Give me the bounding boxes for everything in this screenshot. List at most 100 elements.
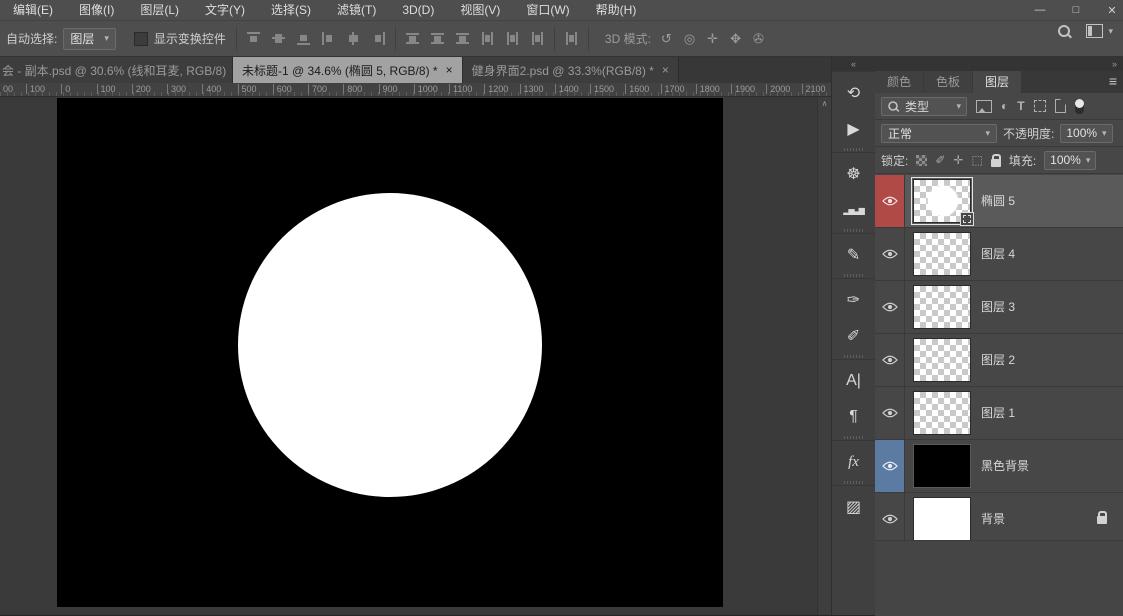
history-panel-icon[interactable]: ⟲ <box>832 75 875 111</box>
distribute-left-icon[interactable] <box>481 32 494 45</box>
close-tab-icon[interactable]: × <box>662 63 669 77</box>
layer-row-layer2[interactable]: 图层 2 <box>875 334 1123 387</box>
visibility-eye-icon[interactable] <box>881 249 898 259</box>
3d-slide-icon[interactable]: ✥ <box>730 31 741 47</box>
lock-artboard-icon[interactable]: ⬚ <box>971 153 982 167</box>
tab-color[interactable]: 颜色 <box>875 71 924 93</box>
brush-presets-panel-icon[interactable]: ✑ <box>832 282 875 318</box>
menu-select[interactable]: 选择(S) <box>258 0 324 20</box>
layer-name[interactable]: 黑色背景 <box>981 440 1029 492</box>
distribute-top-icon[interactable] <box>405 32 419 45</box>
layer-filter-toggle[interactable] <box>1074 98 1084 114</box>
visibility-eye-icon[interactable] <box>881 461 898 471</box>
menu-3d[interactable]: 3D(D) <box>389 0 447 20</box>
distribute-horizontal-center-icon[interactable] <box>506 32 519 45</box>
visibility-eye-icon[interactable] <box>881 196 898 206</box>
layer-row-background[interactable]: 背景 <box>875 493 1123 546</box>
patterns-panel-icon[interactable]: ▨ <box>832 489 875 525</box>
filter-type-dropdown[interactable]: 类型 ▾ <box>881 96 967 116</box>
3d-orbit-icon[interactable]: ↺ <box>661 31 672 47</box>
dock-grip[interactable] <box>844 481 863 484</box>
layer-name[interactable]: 图层 3 <box>981 281 1015 333</box>
collapse-panels-icon[interactable]: » <box>1112 57 1117 71</box>
menu-filter[interactable]: 滤镜(T) <box>324 0 389 20</box>
menu-help[interactable]: 帮助(H) <box>583 0 650 20</box>
filter-smart-objects-icon[interactable] <box>1054 99 1066 113</box>
fill-input[interactable]: 100% ▾ <box>1044 150 1097 170</box>
3d-pan-icon[interactable]: ✛ <box>707 31 718 47</box>
vertical-scrollbar[interactable]: ∧ <box>817 97 831 615</box>
menu-layer[interactable]: 图层(L) <box>127 0 192 20</box>
horizontal-ruler[interactable]: 00 100 0 100 200 300 400 500 600 700 800 900 1000 110… <box>0 83 831 97</box>
minimize-icon[interactable]: — <box>1033 4 1047 16</box>
filter-image-layers-icon[interactable] <box>976 99 992 113</box>
align-right-icon[interactable] <box>372 32 385 45</box>
layer-thumbnail[interactable] <box>913 338 971 382</box>
close-icon[interactable]: ✕ <box>1105 4 1119 17</box>
layer-row-layer1[interactable]: 图层 1 <box>875 387 1123 440</box>
document-tab-active[interactable]: 未标题-1 @ 34.6% (椭圆 5, RGB/8) * × <box>233 57 463 83</box>
layer-thumbnail[interactable] <box>913 497 971 541</box>
auto-select-dropdown[interactable]: 图层 ▾ <box>63 27 116 50</box>
visibility-eye-icon[interactable] <box>881 355 898 365</box>
filter-shape-layers-icon[interactable] <box>1033 100 1046 112</box>
panel-menu-icon[interactable]: ≡ <box>1109 73 1117 89</box>
distribute-bottom-icon[interactable] <box>455 32 469 45</box>
distribute-spacing-icon[interactable] <box>565 32 578 45</box>
distribute-vertical-center-icon[interactable] <box>430 32 444 45</box>
layer-row-layer3[interactable]: 图层 3 <box>875 281 1123 334</box>
layer-name[interactable]: 背景 <box>981 493 1005 545</box>
lock-image-pixels-icon[interactable]: ✐ <box>935 153 945 167</box>
align-vertical-center-icon[interactable] <box>271 32 285 45</box>
layer-thumbnail[interactable] <box>913 285 971 329</box>
lock-all-icon[interactable] <box>990 153 1001 167</box>
show-transform-checkbox[interactable] <box>133 31 148 46</box>
layer-thumbnail[interactable] <box>913 232 971 276</box>
dock-grip[interactable] <box>844 436 863 439</box>
3d-camera-icon[interactable]: ✇ <box>753 31 764 47</box>
menu-image[interactable]: 图像(I) <box>66 0 127 20</box>
paragraph-panel-icon[interactable]: ¶ <box>832 399 875 435</box>
navigator-panel-icon[interactable]: ☸ <box>832 156 875 192</box>
distribute-right-icon[interactable] <box>531 32 544 45</box>
canvas[interactable] <box>57 98 723 607</box>
filter-text-layers-icon[interactable]: T <box>1017 99 1024 113</box>
filter-adjustment-layers-icon[interactable]: ◐ <box>1001 99 1008 113</box>
layer-name[interactable]: 图层 4 <box>981 228 1015 280</box>
layer-name[interactable]: 图层 1 <box>981 387 1015 439</box>
layer-thumbnail[interactable] <box>913 391 971 435</box>
workspace-switcher[interactable]: ▾ <box>1086 24 1113 38</box>
align-horizontal-center-icon[interactable] <box>347 32 360 45</box>
menu-view[interactable]: 视图(V) <box>447 0 513 20</box>
actions-panel-icon[interactable]: ▶ <box>832 111 875 147</box>
notes-panel-icon[interactable]: ✎ <box>832 237 875 273</box>
layer-name[interactable]: 椭圆 5 <box>981 175 1015 227</box>
layer-row-blackbg[interactable]: 黑色背景 <box>875 440 1123 493</box>
tab-swatches[interactable]: 色板 <box>924 71 973 93</box>
visibility-eye-icon[interactable] <box>881 302 898 312</box>
histogram-panel-icon[interactable]: ▂▅▃▆ <box>832 192 875 228</box>
dock-grip[interactable] <box>844 148 863 151</box>
tab-layers[interactable]: 图层 <box>973 71 1022 93</box>
layer-thumbnail[interactable] <box>913 444 971 488</box>
layer-row-layer4[interactable]: 图层 4 <box>875 228 1123 281</box>
scroll-up-icon[interactable]: ∧ <box>818 97 831 108</box>
character-panel-icon[interactable]: A| <box>832 363 875 399</box>
visibility-eye-icon[interactable] <box>881 514 898 524</box>
brush-settings-panel-icon[interactable]: ✐ <box>832 318 875 354</box>
align-bottom-icon[interactable] <box>296 32 310 45</box>
lock-position-icon[interactable]: ✛ <box>953 153 963 167</box>
dock-grip[interactable] <box>844 355 863 358</box>
document-tab[interactable]: 健身界面2.psd @ 33.3%(RGB/8) * × <box>462 57 679 83</box>
document-viewport[interactable]: ∧ <box>0 97 831 615</box>
3d-roll-icon[interactable]: ◎ <box>684 31 695 47</box>
dock-grip[interactable] <box>844 274 863 277</box>
dock-grip[interactable] <box>844 229 863 232</box>
opacity-input[interactable]: 100% ▾ <box>1060 123 1113 143</box>
menu-window[interactable]: 窗口(W) <box>513 0 582 20</box>
menu-edit[interactable]: 编辑(E) <box>0 0 66 20</box>
blend-mode-dropdown[interactable]: 正常 ▾ <box>881 123 997 143</box>
document-tab[interactable]: 会 - 副本.psd @ 30.6% (线和耳麦, RGB/8) × <box>0 57 233 83</box>
layer-name[interactable]: 图层 2 <box>981 334 1015 386</box>
menu-type[interactable]: 文字(Y) <box>192 0 258 20</box>
